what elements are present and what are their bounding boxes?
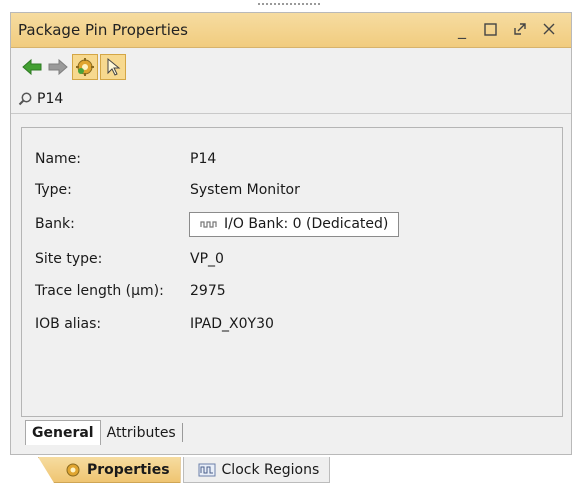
property-row-type: Type: System Monitor <box>35 179 300 201</box>
float-button[interactable] <box>510 17 530 41</box>
property-label: Trace length (µm): <box>35 283 164 299</box>
property-row-site-type: Site type: VP_0 <box>35 248 224 270</box>
close-button[interactable] <box>539 17 559 41</box>
search-value: P14 <box>37 91 64 107</box>
tab-attributes[interactable]: Attributes <box>101 420 182 445</box>
maximize-button[interactable] <box>480 17 500 41</box>
property-value: 2975 <box>190 283 226 299</box>
property-row-name: Name: P14 <box>35 148 216 170</box>
back-button[interactable] <box>19 54 45 80</box>
bottom-tab-bar: Properties Clock Regions <box>38 457 331 483</box>
bank-link[interactable]: I/O Bank: 0 (Dedicated) <box>189 211 400 237</box>
property-label: Name: <box>35 151 82 167</box>
io-bank-icon <box>200 221 217 228</box>
property-value: P14 <box>190 151 217 167</box>
tab-general[interactable]: General <box>25 420 101 445</box>
close-icon <box>543 23 555 35</box>
auto-update-gear-icon <box>76 58 94 76</box>
tab-clock-regions-label: Clock Regions <box>221 461 320 478</box>
search-row[interactable]: P14 <box>11 87 571 111</box>
float-icon <box>514 23 526 35</box>
maximize-icon <box>483 22 497 36</box>
toolbar <box>11 48 571 86</box>
select-cursor-icon <box>107 57 121 76</box>
tab-divider <box>181 423 183 442</box>
property-label: Type: <box>35 182 72 198</box>
clock-regions-icon <box>198 463 216 477</box>
drag-handle[interactable] <box>258 3 320 5</box>
panel-title-bar[interactable]: Package Pin Properties _ <box>11 13 571 48</box>
forward-button[interactable] <box>45 54 71 80</box>
auto-update-button[interactable] <box>72 54 98 80</box>
forward-arrow-icon <box>48 58 68 76</box>
general-properties-area: Name: P14 Type: System Monitor Bank: I/O… <box>21 127 563 417</box>
property-value: VP_0 <box>190 251 224 267</box>
select-button[interactable] <box>100 54 126 80</box>
panel-title: Package Pin Properties <box>18 21 188 39</box>
property-value: IPAD_X0Y30 <box>190 316 274 332</box>
package-pin-properties-panel: Package Pin Properties _ P14 Name: P14 T… <box>10 12 572 455</box>
property-label: Bank: <box>35 216 75 232</box>
tab-clock-regions[interactable]: Clock Regions <box>182 457 331 483</box>
property-value: System Monitor <box>190 182 300 198</box>
property-subtabs: General Attributes <box>25 420 183 445</box>
property-row-iob-alias: IOB alias: IPAD_X0Y30 <box>35 313 274 335</box>
minimize-button[interactable]: _ <box>452 17 472 41</box>
back-arrow-icon <box>22 58 42 76</box>
property-label: IOB alias: <box>35 316 102 332</box>
property-label: Site type: <box>35 251 103 267</box>
tab-properties[interactable]: Properties <box>38 457 181 483</box>
property-row-bank: Bank: I/O Bank: 0 (Dedicated) <box>35 211 400 237</box>
property-row-trace-length: Trace length (µm): 2975 <box>35 280 226 302</box>
properties-gear-icon <box>65 462 81 478</box>
search-icon <box>18 92 32 106</box>
divider <box>11 113 571 114</box>
bank-value: I/O Bank: 0 (Dedicated) <box>224 216 389 232</box>
tab-properties-label: Properties <box>87 461 170 478</box>
